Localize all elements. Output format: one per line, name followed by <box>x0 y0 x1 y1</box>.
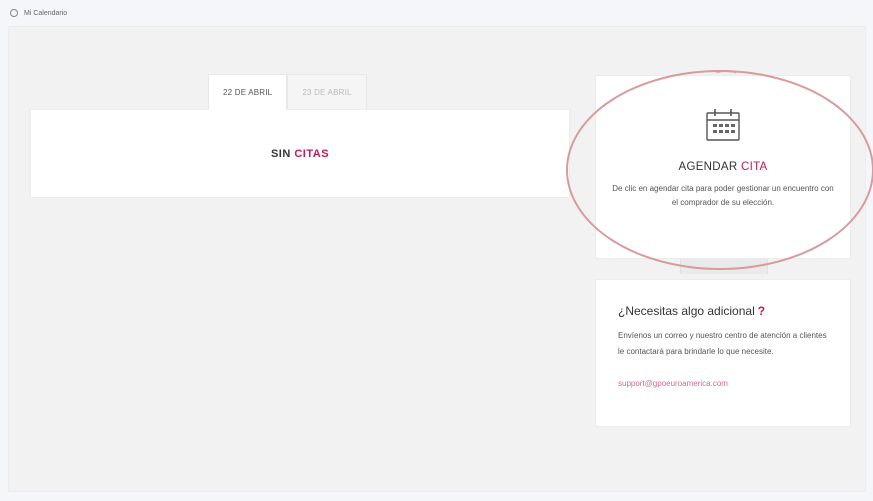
schedule-title-main: AGENDAR <box>678 161 738 173</box>
breadcrumb: Mi Calendario <box>10 6 67 20</box>
no-appointments-title: SIN CITAS <box>271 148 329 197</box>
help-description: Envíenos un correo y nuestro centro de a… <box>618 331 827 356</box>
date-tabs: 22 DE ABRIL 23 DE ABRIL <box>208 74 367 110</box>
tab-22-abril[interactable]: 22 DE ABRIL <box>208 74 288 110</box>
pin-icon <box>10 9 18 17</box>
schedule-appointment-card[interactable]: AGENDAR CITA De clic en agendar cita par… <box>595 75 851 259</box>
no-appointments-title-main: SIN <box>270 148 291 160</box>
schedule-appointment-title[interactable]: AGENDAR CITA <box>596 161 850 173</box>
schedule-title-accent: CITA <box>740 161 768 173</box>
help-card: ¿Necesitas algo adicional? Envíenos un c… <box>595 279 851 427</box>
calendar-icon <box>706 109 740 141</box>
help-title: ¿Necesitas algo adicional? <box>618 304 830 318</box>
support-email-link[interactable]: support@gpoeuroamerica.com <box>618 379 830 388</box>
schedule-appointment-description: De clic en agendar cita para poder gesti… <box>612 184 834 207</box>
no-appointments-title-accent: CITAS <box>294 148 330 160</box>
help-title-text: ¿Necesitas algo adicional <box>618 304 755 318</box>
card-connector <box>680 259 768 274</box>
breadcrumb-label[interactable]: Mi Calendario <box>24 10 67 17</box>
help-question-mark: ? <box>757 304 766 318</box>
tab-23-abril[interactable]: 23 DE ABRIL <box>287 74 367 110</box>
appointments-card: SIN CITAS <box>30 109 570 198</box>
